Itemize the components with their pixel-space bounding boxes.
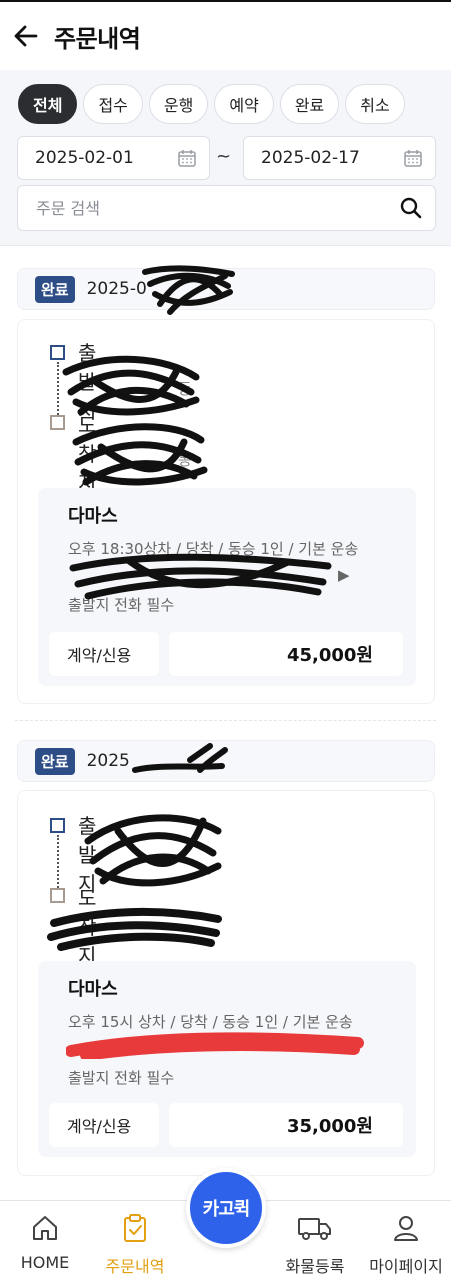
redaction-scribble bbox=[132, 743, 228, 773]
redaction-scribble bbox=[47, 907, 222, 951]
vehicle-type: 다마스 bbox=[68, 979, 118, 1000]
status-badge: 완료 bbox=[35, 275, 75, 303]
order-card[interactable]: 출발지 동 도착지 동 다마스 오후 18:30상차 / 당착 / 동승 1인 … bbox=[17, 319, 435, 704]
vehicle-type: 다마스 bbox=[68, 506, 118, 527]
order-detail-box: 다마스 오후 15시 상차 / 당착 / 동승 1인 / 기본 운송 출발지 전… bbox=[38, 961, 416, 1157]
order-list-icon bbox=[124, 1214, 146, 1242]
arrow-left-icon bbox=[14, 25, 38, 47]
back-button[interactable] bbox=[8, 18, 44, 54]
calendar-icon bbox=[178, 150, 196, 167]
date-from-field[interactable]: 2025-02-01 bbox=[17, 136, 210, 180]
truck-icon bbox=[298, 1218, 331, 1240]
home-icon bbox=[33, 1216, 57, 1240]
order-price: 35,000원 bbox=[169, 1103, 403, 1147]
page-title: 주문내역 bbox=[54, 24, 141, 53]
payment-method: 계약/신용 bbox=[49, 1103, 159, 1147]
nav-home[interactable]: HOME bbox=[0, 1213, 90, 1272]
nav-my-page-label: 마이페이지 bbox=[369, 1257, 443, 1276]
redaction-scribble bbox=[62, 355, 200, 416]
order-search-field[interactable] bbox=[17, 185, 436, 231]
date-to-field[interactable]: 2025-02-17 bbox=[243, 136, 436, 180]
order-search-input[interactable] bbox=[36, 198, 356, 218]
chip-reserved[interactable]: 예약 bbox=[214, 84, 274, 124]
chip-cancelled[interactable]: 취소 bbox=[345, 84, 405, 124]
search-icon[interactable] bbox=[399, 196, 423, 220]
origin-marker-icon bbox=[50, 818, 65, 833]
filter-panel: 전체 접수 운행 예약 완료 취소 2025-02-01 ~ 2025-02-1… bbox=[0, 70, 451, 246]
redaction-scribble bbox=[69, 553, 332, 600]
calendar-icon bbox=[404, 150, 422, 167]
nav-register-cargo[interactable]: 화물등록 bbox=[270, 1213, 360, 1277]
date-from-value: 2025-02-01 bbox=[35, 148, 134, 168]
order-memo-line: 출발지 전화 필수 bbox=[68, 1069, 175, 1087]
cargo-quick-button[interactable]: 카고퀵 bbox=[186, 1168, 266, 1248]
order-date: 2025-0 bbox=[86, 279, 147, 299]
order-divider bbox=[15, 720, 436, 721]
app-header: 주문내역 bbox=[0, 0, 451, 70]
status-filter-chips: 전체 접수 운행 예약 완료 취소 bbox=[18, 84, 405, 124]
chip-all[interactable]: 전체 bbox=[18, 84, 78, 124]
person-icon bbox=[394, 1216, 418, 1241]
order-price: 45,000원 bbox=[169, 632, 403, 676]
payment-method: 계약/신용 bbox=[49, 632, 159, 676]
nav-home-label: HOME bbox=[20, 1253, 70, 1272]
nav-register-cargo-label: 화물등록 bbox=[285, 1257, 345, 1276]
redaction-scribble bbox=[66, 1032, 364, 1059]
order-card[interactable]: 출발지 도착지 다마스 오후 15시 상차 / 당착 / 동승 1인 / 기본 … bbox=[17, 790, 435, 1176]
nav-order-list[interactable]: 주문내역 bbox=[90, 1213, 180, 1277]
route-connector bbox=[57, 835, 59, 891]
redaction-scribble bbox=[84, 814, 222, 887]
redaction-scribble bbox=[72, 423, 208, 486]
order-date: 2025 bbox=[86, 751, 130, 771]
chip-completed[interactable]: 완료 bbox=[279, 84, 340, 124]
play-icon: ▶ bbox=[338, 566, 350, 584]
nav-order-list-label: 주문내역 bbox=[105, 1257, 165, 1276]
order-detail-box: 다마스 오후 18:30상차 / 당착 / 동승 1인 / 기본 운송 ▶ 출발… bbox=[38, 488, 416, 686]
date-range-separator: ~ bbox=[216, 146, 232, 167]
date-to-value: 2025-02-17 bbox=[261, 148, 360, 168]
status-badge: 완료 bbox=[35, 747, 75, 775]
chip-in-transit[interactable]: 운행 bbox=[148, 84, 209, 124]
redaction-scribble bbox=[142, 265, 235, 315]
nav-my-page[interactable]: 마이페이지 bbox=[361, 1213, 451, 1277]
chip-received[interactable]: 접수 bbox=[83, 84, 143, 124]
